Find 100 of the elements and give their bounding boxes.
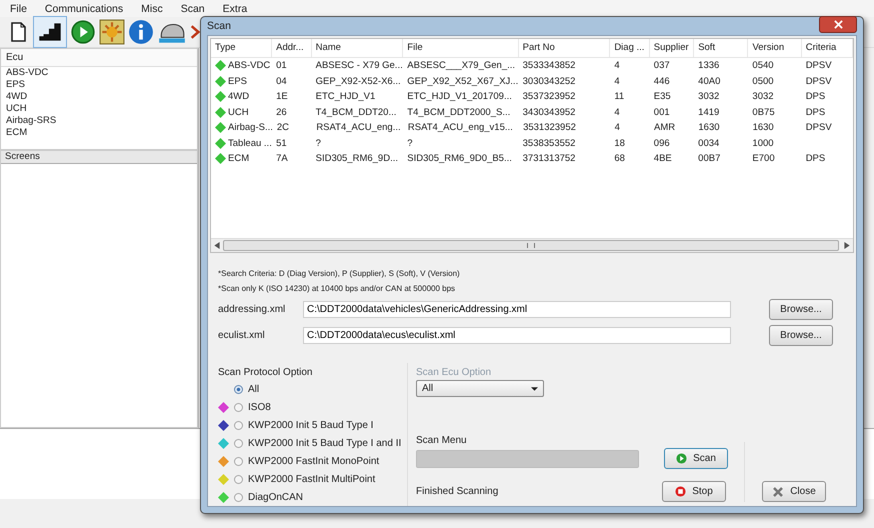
ecu-list-item[interactable]: 4WD: [1, 91, 197, 103]
close-button[interactable]: Close: [762, 481, 826, 502]
table-cell: 3531323952: [523, 122, 576, 134]
table-cell: 3430343952: [522, 106, 576, 118]
field-label: addressing.xml: [218, 304, 286, 314]
table-cell: ABSESC___X79_Gen_...: [407, 60, 516, 72]
note-text: *Search Criteria: D (Diag Version), P (Supplier), S (Soft), V (Version): [218, 269, 461, 278]
column-header[interactable]: Version: [748, 39, 802, 57]
column-header[interactable]: File: [403, 39, 519, 57]
table-cell: 2C: [276, 122, 290, 134]
column-header[interactable]: Name: [312, 39, 404, 57]
table-cell: 1419: [698, 106, 720, 118]
table-cell: 3731313752: [522, 153, 576, 164]
table-cell: 0540: [752, 60, 774, 72]
table-cell: DPSV: [806, 60, 832, 72]
table-cell: E35: [654, 91, 671, 102]
table-cell: SID305_RM6_9D0_B5...: [407, 153, 512, 164]
table-cell: 3032: [752, 91, 774, 102]
table-cell: 3533343852: [522, 60, 576, 72]
radio-label[interactable]: ISO8: [248, 402, 271, 412]
table-cell: 3537323952: [522, 91, 576, 102]
table-cell: ETC_HJD_V1: [316, 91, 376, 102]
column-header[interactable]: Soft: [694, 39, 748, 57]
column-header[interactable]: Diag ...: [610, 39, 650, 57]
table-cell: 18: [614, 138, 625, 149]
table-cell: 001: [654, 106, 670, 118]
ecu-list-item[interactable]: ABS-VDC: [1, 67, 197, 79]
menu-item[interactable]: Communications: [34, 2, 132, 14]
column-header: Ecu: [1, 49, 197, 67]
scan-button[interactable]: Scan: [664, 448, 728, 469]
table-cell: 1E: [276, 91, 288, 102]
table-cell: 4: [614, 60, 620, 72]
column-header[interactable]: Supplier: [650, 39, 694, 57]
table-cell: 0500: [752, 76, 774, 87]
table-cell: 68: [614, 153, 625, 164]
table-cell: DPSV: [806, 76, 832, 87]
path-field[interactable]: C:\DDT2000data\ecus\eculist.xml: [303, 326, 731, 344]
table-cell: 4: [614, 76, 620, 87]
menu-item[interactable]: Extra: [212, 2, 256, 14]
ecu-list-item[interactable]: UCH: [1, 103, 197, 115]
table-cell: 7A: [276, 153, 288, 164]
table-cell: DPS: [806, 153, 826, 164]
column-header[interactable]: Part No: [518, 39, 610, 57]
table-cell: 3030343252: [522, 76, 576, 87]
table-cell: 1630: [698, 122, 720, 134]
radio-label[interactable]: KWP2000 Init 5 Baud Type I: [248, 420, 374, 430]
section-label: Scan Menu: [416, 435, 468, 446]
table-cell: 0034: [698, 138, 720, 149]
table-cell: 04: [276, 76, 287, 87]
radio-label[interactable]: DiagOnCAN: [248, 492, 304, 502]
table-cell: E700: [752, 153, 775, 164]
table-cell: Tableau ...: [228, 138, 272, 149]
table-cell: 4WD: [228, 91, 250, 102]
table-cell: 11: [614, 91, 624, 102]
radio-label[interactable]: KWP2000 FastInit MonoPoint: [248, 456, 380, 466]
table-cell: 01: [276, 60, 287, 72]
column-header[interactable]: Criteria: [802, 39, 853, 57]
table-cell: 0B75: [752, 106, 775, 118]
ecu-list-item[interactable]: ECM: [1, 127, 197, 139]
radio-label[interactable]: All: [248, 384, 260, 394]
table-cell: 037: [654, 60, 670, 72]
menu-item[interactable]: Misc: [131, 2, 171, 14]
column-header[interactable]: Type: [211, 39, 272, 57]
ecu-list-item[interactable]: EPS: [1, 79, 197, 91]
table-cell: 446: [654, 76, 670, 87]
table-cell: DPS: [806, 91, 826, 102]
table-cell: DPSV: [806, 122, 832, 134]
note-text: *Scan only K (ISO 14230) at 10400 bps and/or CAN at 500000 bps: [218, 284, 456, 293]
table-cell: Airbag-S...: [228, 122, 273, 134]
menu-item[interactable]: File: [0, 2, 35, 14]
window-title: Scan: [207, 20, 231, 32]
column-header[interactable]: Addr...: [272, 39, 312, 57]
table-cell: 3538353552: [522, 138, 576, 149]
status-text: Finished Scanning: [416, 486, 500, 497]
table-cell: GEP_X92-X52-X6...: [316, 76, 401, 87]
table-cell: UCH: [228, 106, 249, 118]
browse-button[interactable]: Browse...: [769, 324, 833, 346]
table-cell: ?: [316, 138, 321, 149]
browse-button[interactable]: Browse...: [769, 298, 833, 320]
table-cell: AMR: [654, 122, 676, 134]
table-cell: 1336: [698, 60, 720, 72]
table-cell: GEP_X92_X52_X67_XJ...: [407, 76, 518, 87]
radio-label[interactable]: KWP2000 FastInit MultiPoint: [248, 474, 376, 484]
menu-item[interactable]: Scan: [170, 2, 213, 14]
radio-label[interactable]: KWP2000 Init 5 Baud Type I and II: [248, 438, 402, 448]
table-cell: RSAT4_ACU_eng_v15...: [408, 122, 513, 134]
table-cell: ECM: [228, 153, 250, 164]
panel-header: Screens: [1, 151, 197, 164]
ecu-list-item[interactable]: Airbag-SRS: [1, 115, 197, 127]
table-cell: 51: [276, 138, 287, 149]
table-cell: RSAT4_ACU_eng...: [316, 122, 401, 134]
table-cell: EPS: [228, 76, 248, 87]
table-cell: T4_BCM_DDT20...: [316, 106, 396, 118]
table-cell: 1000: [752, 138, 774, 149]
table-cell: T4_BCM_DDT2000_S...: [407, 106, 510, 118]
stop-button[interactable]: Stop: [662, 481, 726, 502]
field-label: eculist.xml: [218, 330, 266, 340]
path-field[interactable]: C:\DDT2000data\vehicles\GenericAddressing.xml: [303, 300, 731, 318]
table-cell: ?: [407, 138, 413, 149]
table-cell: 096: [654, 138, 670, 149]
